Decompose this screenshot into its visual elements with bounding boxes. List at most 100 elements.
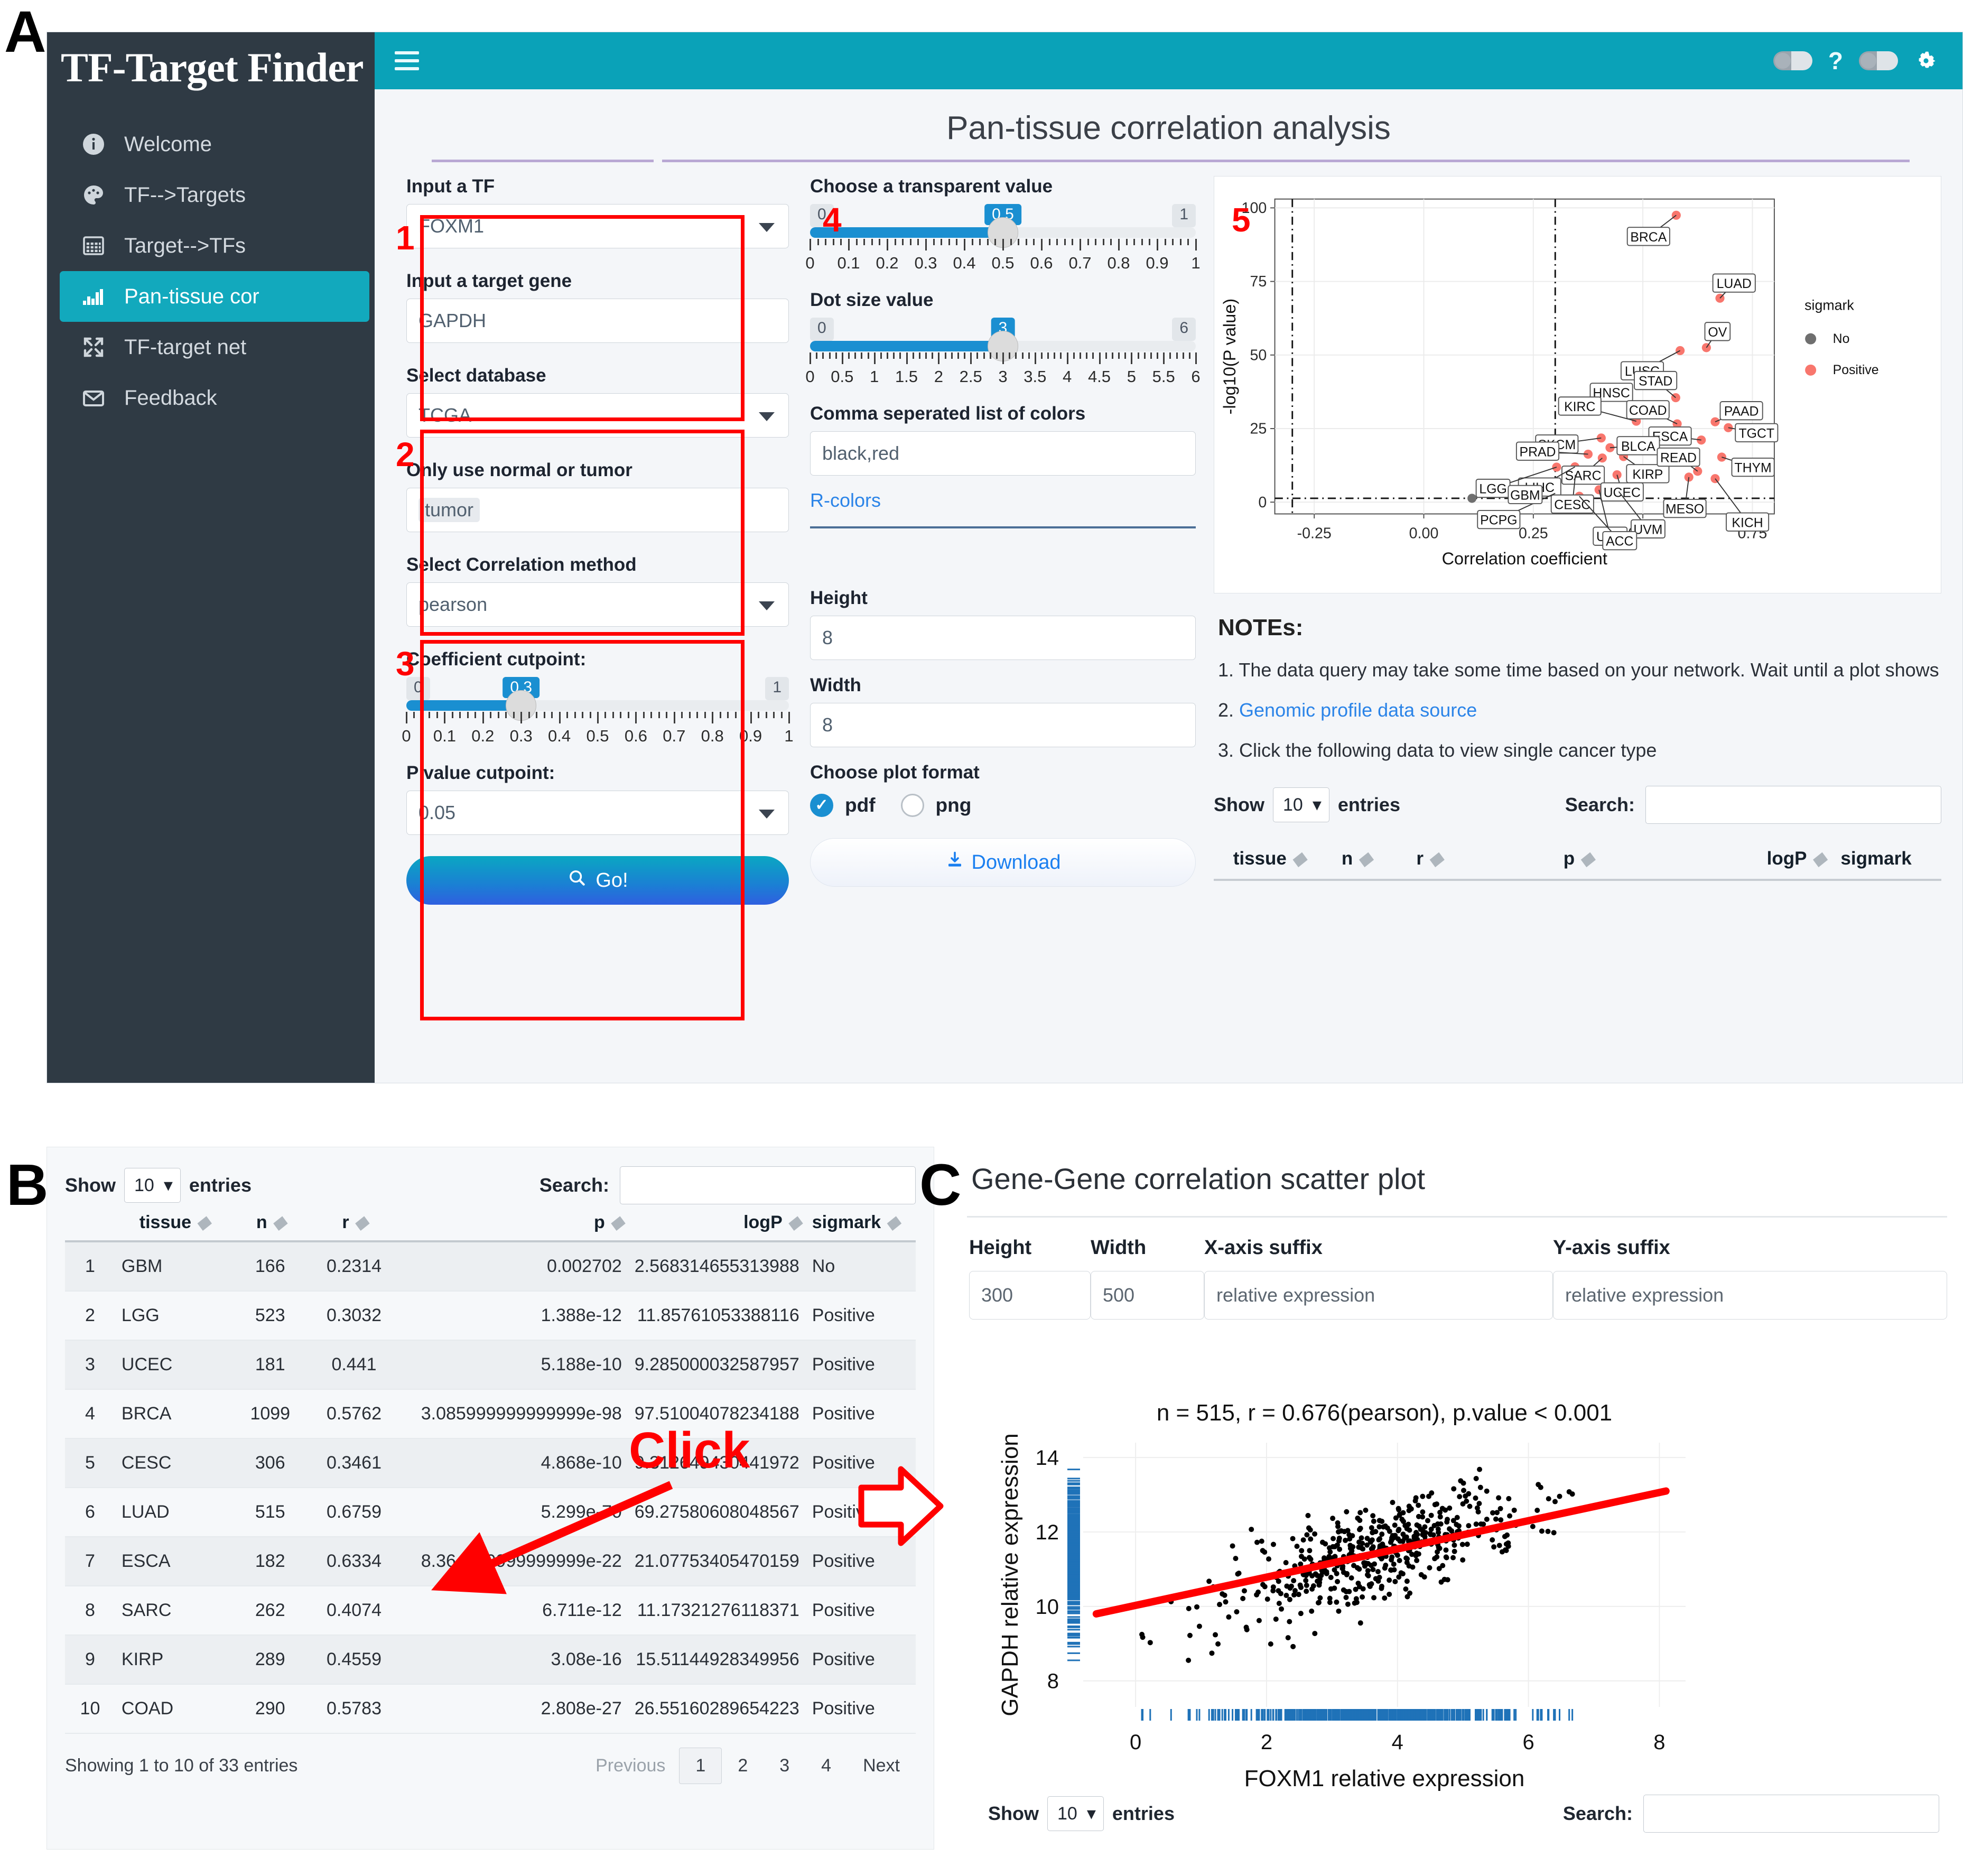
page-1-button[interactable]: 1 — [679, 1748, 722, 1784]
svg-text:25: 25 — [1250, 421, 1267, 438]
cell-: 7 — [65, 1537, 115, 1586]
dot-size-slider[interactable]: 0 3 6 0 0.5 1 1.5 2 2.5 3 3.5 4 4.5 5 5.5 6 — [805, 318, 1201, 388]
gear-icon[interactable] — [1914, 49, 1938, 73]
colors-value: black,red — [822, 442, 900, 464]
tf-select[interactable]: FOXM1 — [406, 204, 789, 248]
page-3-button[interactable]: 3 — [764, 1748, 805, 1784]
width-input[interactable]: 500 — [1091, 1271, 1204, 1320]
table-row[interactable]: 3 UCEC 181 0.441 5.188e-10 9.285000032587957 P… — [65, 1340, 916, 1390]
dot-ticks — [810, 352, 1197, 366]
p-cutpoint-select[interactable]: 0.05 — [406, 791, 789, 835]
height-input[interactable]: 8 — [810, 616, 1196, 660]
table-row[interactable]: 10 COAD 290 0.5783 2.808e-27 26.5516028965422… — [65, 1684, 916, 1734]
dot-track[interactable] — [810, 331, 1196, 361]
th-r[interactable]: r ◆ — [1388, 839, 1468, 881]
panel-letter-c: C — [919, 1153, 962, 1218]
radio-pdf[interactable] — [810, 794, 833, 817]
th-sigmark[interactable]: sigmark ◆ — [805, 1204, 916, 1242]
cell-n: 1099 — [232, 1389, 308, 1439]
cell-tissue: LUAD — [115, 1488, 232, 1537]
section-divider — [810, 526, 1196, 528]
genomic-profile-link[interactable]: Genomic profile data source — [1239, 699, 1477, 721]
colors-input[interactable]: black,red — [810, 431, 1196, 476]
th-tissue[interactable]: tissue ◆ — [1214, 839, 1323, 881]
click-annotation-label: Click — [629, 1422, 750, 1479]
grid-icon — [81, 233, 106, 258]
cell-p: 0.002702 — [400, 1241, 628, 1292]
th-p[interactable]: p ◆ — [400, 1204, 628, 1242]
th-logp[interactable]: logP ◆ — [1687, 839, 1832, 881]
width-input[interactable]: 8 — [810, 703, 1196, 747]
cell-: 2 — [65, 1291, 115, 1341]
page-size-select[interactable]: 10 ▾ — [124, 1168, 181, 1203]
table-row[interactable]: 9 KIRP 289 0.4559 3.08e-16 15.51144928349956 P… — [65, 1635, 916, 1685]
alpha-track[interactable] — [810, 217, 1196, 248]
svg-text:12: 12 — [1036, 1521, 1059, 1544]
sidebar-item-label: Pan-tissue cor — [124, 284, 259, 308]
search-input[interactable] — [1645, 786, 1941, 824]
coef-track[interactable] — [406, 690, 789, 721]
previous-button[interactable]: Previous — [582, 1749, 679, 1782]
cor-method-select[interactable]: pearson — [406, 582, 789, 627]
th-r[interactable]: r ◆ — [308, 1204, 401, 1242]
search-input[interactable] — [620, 1166, 916, 1204]
svg-text:sigmark: sigmark — [1804, 298, 1854, 313]
sample-type-input[interactable]: tumor — [406, 488, 789, 532]
coef-cutpoint-slider[interactable]: 0 0.3 1 0 0.1 0.2 0.3 0.4 0.5 0.6 0.7 0.8 0.9 1 — [402, 677, 794, 748]
table-row[interactable]: 2 LGG 523 0.3032 1.388e-12 11.85761053388116 P… — [65, 1291, 916, 1341]
search-input[interactable] — [1643, 1795, 1939, 1833]
radio-png[interactable] — [900, 794, 924, 817]
x-suffix-input[interactable]: relative expression — [1204, 1271, 1553, 1320]
divider-right — [662, 160, 1910, 162]
volcano-plot: -0.250.000.250.500.750255075100Correlati… — [1220, 198, 1879, 568]
sample-type-value: tumor — [418, 498, 480, 522]
page-2-button[interactable]: 2 — [722, 1748, 764, 1784]
coef-ticks — [406, 712, 790, 726]
database-select[interactable]: TCGA — [406, 393, 789, 438]
sidebar-item-tf-targets[interactable]: TF-->Targets — [47, 170, 375, 220]
page-4-button[interactable]: 4 — [805, 1748, 847, 1784]
sidebar-item-welcome[interactable]: Welcome — [47, 119, 375, 170]
show-label: Show — [1214, 794, 1264, 815]
th-n[interactable]: n ◆ — [1323, 839, 1389, 881]
theme-toggle-1[interactable] — [1773, 51, 1812, 70]
sidebar-item-target-tfs[interactable]: Target-->TFs — [47, 220, 375, 271]
transparency-slider[interactable]: 0 0.5 1 0 0.1 0.2 0.3 0.4 0.5 0.6 0.7 0.8 0.9 1 — [805, 204, 1201, 275]
r-colors-link[interactable]: R-colors — [810, 489, 881, 512]
info-icon — [81, 132, 106, 157]
sidebar-item-tf-target-net[interactable]: TF-target net — [47, 322, 375, 373]
height-input[interactable]: 300 — [969, 1271, 1091, 1320]
y-suffix-input[interactable]: relative expression — [1553, 1271, 1947, 1320]
th-logp[interactable]: logP ◆ — [628, 1204, 806, 1242]
theme-toggle-2[interactable] — [1859, 51, 1898, 70]
next-button[interactable]: Next — [847, 1748, 916, 1784]
cell-r: 0.3032 — [308, 1291, 401, 1341]
page-size-select[interactable]: 10 ▾ — [1273, 787, 1329, 822]
cell-sigmark: Positive — [805, 1586, 916, 1636]
sidebar-item-pan-tissue-cor[interactable]: Pan-tissue cor — [60, 271, 369, 322]
svg-text:LUAD: LUAD — [1717, 277, 1752, 291]
cell-p: 3.08e-16 — [400, 1635, 628, 1685]
th-tissue[interactable]: tissue ◆ — [115, 1204, 232, 1242]
cor-method-value: pearson — [418, 593, 488, 615]
th-sigmark[interactable]: sigmark — [1832, 839, 1941, 881]
download-button[interactable]: Download — [810, 838, 1196, 887]
th-p[interactable]: p ◆ — [1468, 839, 1687, 881]
hamburger-icon[interactable] — [395, 47, 419, 75]
plot-format-label: Choose plot format — [810, 762, 980, 783]
help-icon[interactable]: ? — [1828, 49, 1843, 73]
table-info: Showing 1 to 10 of 33 entries — [65, 1756, 298, 1776]
tf-value: FOXM1 — [418, 215, 485, 237]
target-gene-input[interactable]: GAPDH — [406, 299, 789, 343]
page-size-select[interactable]: 10 ▾ — [1047, 1796, 1104, 1831]
panel-letter-b: B — [6, 1153, 49, 1218]
mail-icon — [81, 385, 106, 411]
sidebar-item-feedback[interactable]: Feedback — [47, 373, 375, 423]
th-n[interactable]: n ◆ — [232, 1204, 308, 1242]
search-icon — [567, 868, 587, 893]
table-row[interactable]: 1 GBM 166 0.2314 0.002702 2.568314655313988 No — [65, 1241, 916, 1292]
annotation-number-5: 5 — [1232, 201, 1251, 239]
svg-text:2: 2 — [1261, 1731, 1272, 1754]
table-row[interactable]: 4 BRCA 1099 0.5762 3.085999999999999e-98 97.5… — [65, 1389, 916, 1439]
go-button[interactable]: Go! — [406, 856, 789, 905]
